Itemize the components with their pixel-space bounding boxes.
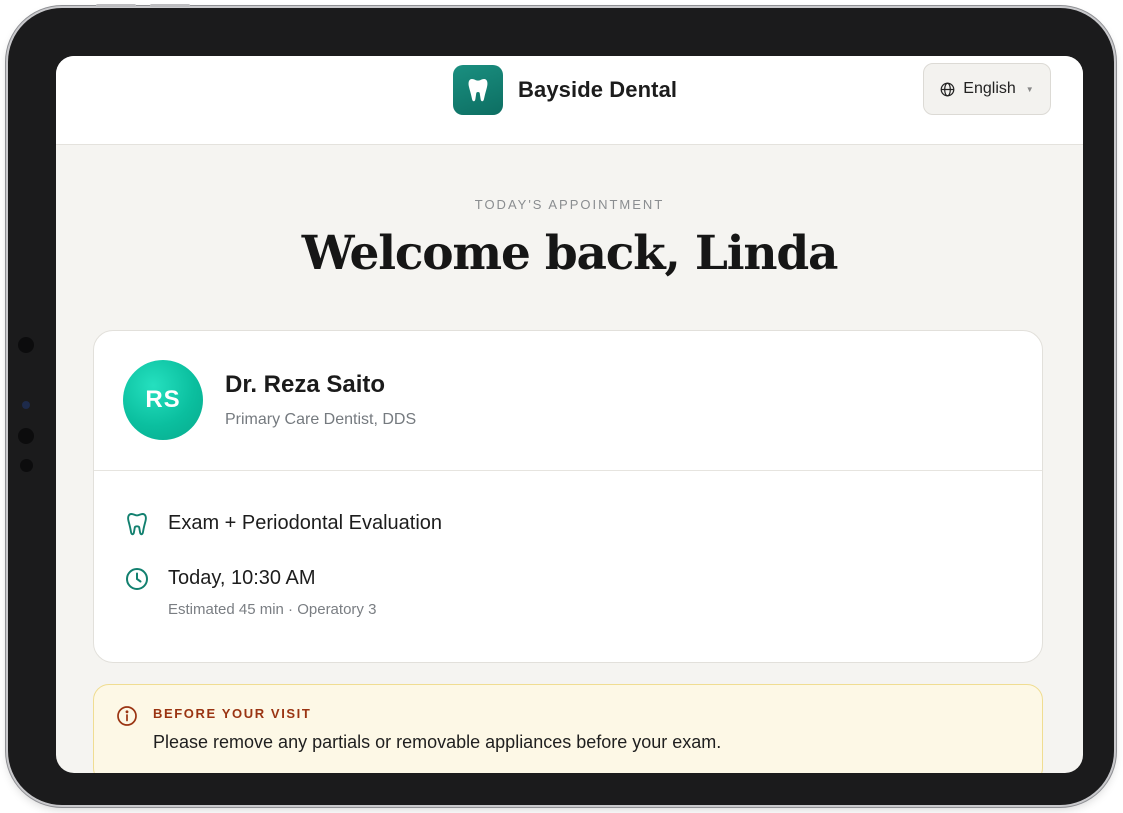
info-icon: [116, 705, 138, 727]
notice-title: BEFORE YOUR VISIT: [153, 706, 312, 721]
top-bar: Bayside Dental English ▼: [56, 56, 1083, 145]
brand: Bayside Dental: [453, 65, 677, 115]
clock-icon: [124, 566, 150, 592]
volume-up-button: [96, 4, 136, 7]
visit-notice: BEFORE YOUR VISIT Please remove any part…: [93, 684, 1043, 773]
section-eyebrow: TODAY'S APPOINTMENT: [474, 197, 665, 212]
appointment-card: RS Dr. Reza Saito Primary Care Dentist, …: [93, 330, 1043, 663]
chevron-down-icon: ▼: [1025, 84, 1034, 94]
app-screen: Bayside Dental English ▼ TODAY'S APPOINT…: [56, 56, 1083, 773]
appointment-time: Today, 10:30 AM: [168, 567, 316, 589]
language-label: English: [963, 80, 1016, 97]
camera-lens: [22, 401, 30, 409]
avatar: RS: [123, 360, 203, 440]
appointment-details: Estimated 45 min · Operatory 3: [168, 601, 377, 618]
camera-sensor: [18, 337, 34, 353]
camera-sensor: [20, 459, 33, 472]
provider-role: Primary Care Dentist, DDS: [225, 411, 417, 428]
tablet-frame: Bayside Dental English ▼ TODAY'S APPOINT…: [8, 4, 1114, 805]
provider-name: Dr. Reza Saito: [225, 371, 386, 398]
globe-icon: [940, 82, 955, 97]
tooth-icon: [453, 65, 503, 115]
camera-sensor: [18, 428, 34, 444]
brand-name: Bayside Dental: [518, 77, 678, 102]
service-label: Exam + Periodontal Evaluation: [168, 512, 443, 534]
volume-down-button: [150, 4, 190, 7]
language-selector[interactable]: English ▼: [923, 63, 1051, 115]
provider-row: RS Dr. Reza Saito Primary Care Dentist, …: [94, 331, 1042, 471]
page-title: Welcome back, Linda: [301, 226, 839, 281]
notice-text: Please remove any partials or removable …: [153, 732, 722, 752]
tooth-icon: [124, 511, 150, 537]
